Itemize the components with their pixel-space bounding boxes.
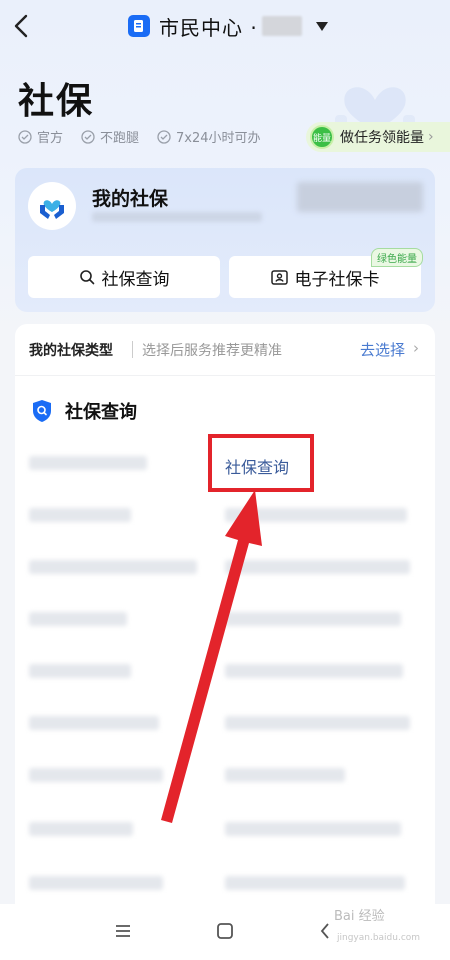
- city-selector[interactable]: 市民中心 ·: [128, 12, 328, 40]
- service-item-blurred[interactable]: [225, 664, 403, 678]
- section-header: 社保查询: [31, 398, 137, 424]
- service-item-blurred[interactable]: [225, 560, 410, 574]
- dropdown-triangle-icon[interactable]: [315, 21, 328, 31]
- service-item-blurred[interactable]: [29, 822, 133, 836]
- tag-label: 不跑腿: [100, 131, 140, 146]
- e-social-card-button[interactable]: 电子社保卡 绿色能量: [229, 248, 423, 298]
- my-social-security-card[interactable]: 我的社保 社保查询 电子社保卡 绿色能量: [15, 168, 435, 312]
- nav-bar: 市民中心 ·: [0, 0, 450, 52]
- service-item-blurred[interactable]: [29, 612, 127, 626]
- service-item-blurred[interactable]: [225, 612, 401, 626]
- services-card: 我的社保类型 选择后服务推荐更精准 去选择 › 社保查询 社保查询: [15, 324, 435, 924]
- check-circle-icon: [81, 129, 95, 144]
- service-tags: 官方 不跑腿 7x24小时可办: [18, 127, 279, 146]
- page-title: 社保: [18, 81, 95, 122]
- social-type-row[interactable]: 我的社保类型 选择后服务推荐更精准 去选择 ›: [15, 324, 435, 376]
- tag-no-errand: 不跑腿: [81, 127, 139, 146]
- service-item-blurred[interactable]: [225, 876, 405, 890]
- blurred-city-name: [261, 16, 302, 36]
- service-item-blurred[interactable]: [29, 716, 159, 730]
- social-query-label: 社保查询: [101, 269, 170, 290]
- energy-badge: 能量: [310, 125, 334, 149]
- service-item-blurred[interactable]: [225, 716, 410, 730]
- social-security-logo-icon: [28, 182, 76, 230]
- tag-label: 官方: [37, 131, 64, 146]
- baidu-watermark-url: jingyan.baidu.com: [337, 933, 421, 943]
- service-item-blurred[interactable]: [225, 822, 401, 836]
- search-icon: [79, 270, 94, 285]
- nav-title: 市民中心 ·: [159, 15, 258, 40]
- social-query-button[interactable]: 社保查询: [28, 256, 220, 298]
- blurred-account-info: [297, 182, 423, 212]
- back-chevron-icon[interactable]: [318, 922, 332, 940]
- home-square-icon[interactable]: [216, 922, 234, 940]
- menu-icon[interactable]: [114, 922, 132, 940]
- baidu-watermark: Bai 经验: [334, 909, 385, 924]
- back-arrow-icon[interactable]: [10, 12, 34, 40]
- id-card-icon: [270, 269, 288, 285]
- chevron-right-icon: ›: [428, 129, 434, 145]
- green-energy-tag: 绿色能量: [371, 248, 423, 267]
- my-card-title: 我的社保: [92, 188, 169, 210]
- service-item-social-query[interactable]: 社保查询: [225, 454, 289, 478]
- service-item-blurred[interactable]: [29, 768, 163, 782]
- social-type-hint: 选择后服务推荐更精准: [142, 343, 282, 359]
- divider: [132, 341, 133, 358]
- check-circle-icon: [157, 129, 171, 144]
- service-item-blurred[interactable]: [29, 456, 147, 470]
- section-title: 社保查询: [65, 402, 137, 423]
- e-social-card-label: 电子社保卡: [294, 269, 380, 290]
- blurred-user-info: [92, 212, 262, 222]
- citizen-center-app-icon: [128, 15, 150, 37]
- social-type-label: 我的社保类型: [29, 343, 113, 359]
- energy-label: 做任务领能量: [340, 130, 424, 146]
- chevron-right-icon: ›: [413, 339, 419, 357]
- tag-24h: 7x24小时可办: [157, 127, 261, 146]
- service-item-blurred[interactable]: [225, 508, 407, 522]
- service-item-blurred[interactable]: [225, 768, 345, 782]
- service-item-blurred[interactable]: [29, 508, 131, 522]
- service-item-blurred[interactable]: [29, 560, 197, 574]
- service-item-blurred[interactable]: [29, 664, 131, 678]
- check-circle-icon: [18, 129, 32, 144]
- tag-official: 官方: [18, 127, 63, 146]
- tag-label: 7x24小时可办: [176, 131, 261, 146]
- choose-type-link[interactable]: 去选择: [360, 339, 405, 360]
- service-item-blurred[interactable]: [29, 876, 163, 890]
- shield-search-icon: [33, 400, 51, 422]
- energy-task-button[interactable]: 能量 做任务领能量 ›: [306, 122, 450, 152]
